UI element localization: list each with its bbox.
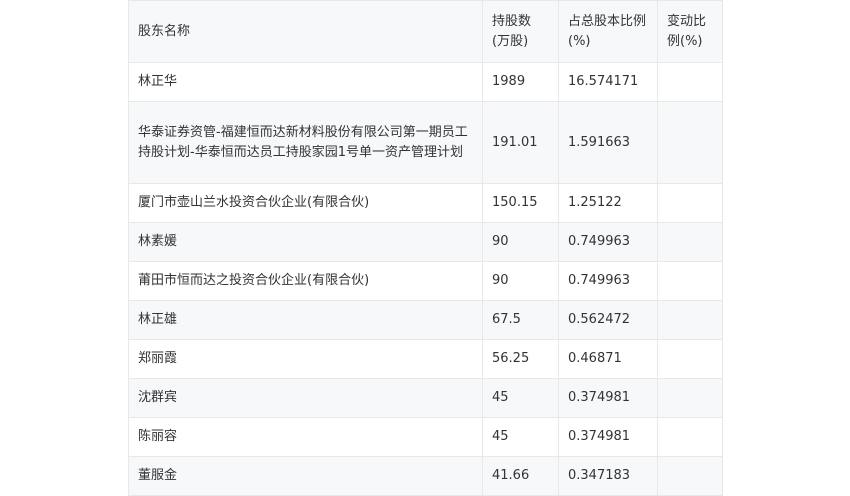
cell-shareholder-name: 莆田市恒而达之投资合伙企业(有限合伙) — [128, 261, 483, 301]
cell-shareholder-name: 林素媛 — [128, 222, 483, 262]
cell-shares-held: 67.5 — [482, 300, 559, 340]
cell-shareholder-name: 陈丽容 — [128, 417, 483, 457]
cell-share-ratio: 0.749963 — [558, 222, 658, 262]
shareholder-table-container: 股东名称 持股数(万股) 占总股本比例(%) 变动比例(%) 林正华 1989 … — [128, 0, 723, 496]
cell-share-ratio: 0.347183 — [558, 456, 658, 496]
cell-shares-held: 150.15 — [482, 183, 559, 223]
cell-change-ratio — [657, 183, 723, 223]
cell-change-ratio — [657, 101, 723, 184]
cell-shares-held: 41.66 — [482, 456, 559, 496]
cell-share-ratio: 0.562472 — [558, 300, 658, 340]
cell-share-ratio: 0.749963 — [558, 261, 658, 301]
cell-shareholder-name: 董服金 — [128, 456, 483, 496]
cell-shares-held: 90 — [482, 222, 559, 262]
cell-shares-held: 45 — [482, 378, 559, 418]
cell-change-ratio — [657, 417, 723, 457]
table-row: 华泰证券资管-福建恒而达新材料股份有限公司第一期员工持股计划-华泰恒而达员工持股… — [128, 101, 723, 184]
table-row: 林素媛 90 0.749963 — [128, 222, 723, 262]
header-share-ratio: 占总股本比例(%) — [558, 0, 658, 63]
table-row: 林正华 1989 16.574171 — [128, 62, 723, 102]
cell-share-ratio: 1.591663 — [558, 101, 658, 184]
cell-change-ratio — [657, 300, 723, 340]
header-change-ratio: 变动比例(%) — [657, 0, 723, 63]
cell-share-ratio: 16.574171 — [558, 62, 658, 102]
shareholder-table: 股东名称 持股数(万股) 占总股本比例(%) 变动比例(%) 林正华 1989 … — [128, 0, 723, 496]
cell-change-ratio — [657, 222, 723, 262]
cell-shareholder-name: 林正华 — [128, 62, 483, 102]
header-shares-held: 持股数(万股) — [482, 0, 559, 63]
cell-shares-held: 1989 — [482, 62, 559, 102]
cell-shares-held: 191.01 — [482, 101, 559, 184]
cell-shareholder-name: 厦门市壶山兰水投资合伙企业(有限合伙) — [128, 183, 483, 223]
table-row: 董服金 41.66 0.347183 — [128, 456, 723, 496]
cell-share-ratio: 0.46871 — [558, 339, 658, 379]
cell-change-ratio — [657, 62, 723, 102]
cell-change-ratio — [657, 261, 723, 301]
cell-share-ratio: 1.25122 — [558, 183, 658, 223]
cell-change-ratio — [657, 339, 723, 379]
table-row: 林正雄 67.5 0.562472 — [128, 300, 723, 340]
cell-shares-held: 90 — [482, 261, 559, 301]
cell-shares-held: 56.25 — [482, 339, 559, 379]
cell-shares-held: 45 — [482, 417, 559, 457]
table-row: 沈群宾 45 0.374981 — [128, 378, 723, 418]
cell-shareholder-name: 林正雄 — [128, 300, 483, 340]
cell-shareholder-name: 郑丽霞 — [128, 339, 483, 379]
header-shareholder-name: 股东名称 — [128, 0, 483, 63]
cell-change-ratio — [657, 378, 723, 418]
table-row: 厦门市壶山兰水投资合伙企业(有限合伙) 150.15 1.25122 — [128, 183, 723, 223]
cell-share-ratio: 0.374981 — [558, 378, 658, 418]
table-row: 陈丽容 45 0.374981 — [128, 417, 723, 457]
cell-shareholder-name: 沈群宾 — [128, 378, 483, 418]
table-row: 莆田市恒而达之投资合伙企业(有限合伙) 90 0.749963 — [128, 261, 723, 301]
cell-share-ratio: 0.374981 — [558, 417, 658, 457]
cell-change-ratio — [657, 456, 723, 496]
table-header-row: 股东名称 持股数(万股) 占总股本比例(%) 变动比例(%) — [128, 0, 723, 63]
table-row: 郑丽霞 56.25 0.46871 — [128, 339, 723, 379]
cell-shareholder-name: 华泰证券资管-福建恒而达新材料股份有限公司第一期员工持股计划-华泰恒而达员工持股… — [128, 101, 483, 184]
